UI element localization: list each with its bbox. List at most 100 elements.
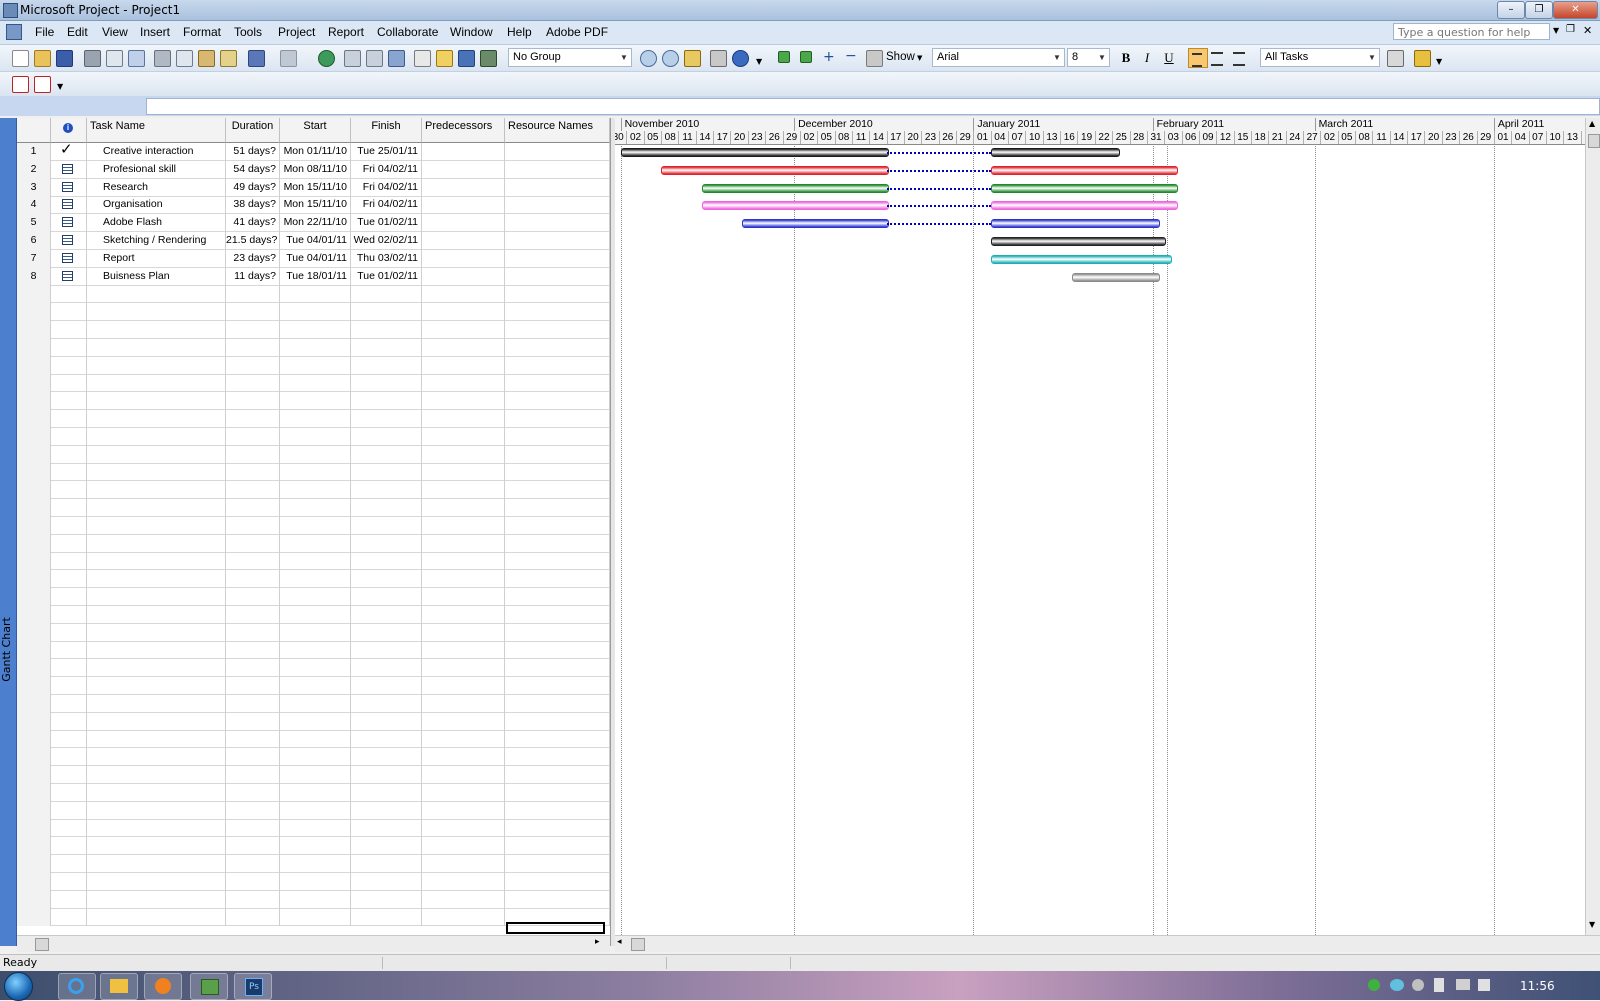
resource-names-cell[interactable]: [505, 748, 610, 767]
task-bar[interactable]: [701, 183, 889, 193]
task-name-cell[interactable]: [87, 516, 226, 535]
split-task-icon[interactable]: [388, 50, 405, 67]
start-cell[interactable]: Mon 08/11/10: [280, 160, 351, 179]
predecessors-cell[interactable]: [422, 196, 505, 215]
duration-cell[interactable]: [226, 819, 280, 838]
predecessors-cell[interactable]: [422, 819, 505, 838]
help-search-input[interactable]: Type a question for help: [1393, 23, 1550, 40]
row-id[interactable]: [17, 374, 51, 393]
resource-names-cell[interactable]: [505, 623, 610, 642]
clock[interactable]: 11:56: [1520, 979, 1555, 993]
resource-names-cell[interactable]: [505, 801, 610, 820]
table-row[interactable]: [17, 516, 610, 535]
duration-cell[interactable]: [226, 730, 280, 749]
resource-names-cell[interactable]: [505, 552, 610, 571]
table-row[interactable]: 4 Organisation 38 days? Mon 15/11/10 Fri 04/…: [17, 196, 610, 215]
paste-icon[interactable]: [198, 50, 215, 67]
table-row[interactable]: [17, 730, 610, 749]
task-name-cell[interactable]: [87, 338, 226, 357]
task-name-cell[interactable]: [87, 463, 226, 482]
start-cell[interactable]: Tue 04/01/11: [280, 232, 351, 250]
task-name-cell[interactable]: [87, 659, 226, 678]
task-bar[interactable]: [661, 165, 889, 175]
restore-button[interactable]: ❐: [1525, 1, 1553, 19]
network-globe-icon[interactable]: [1412, 979, 1424, 991]
finish-cell[interactable]: [351, 730, 422, 749]
indicator-cell[interactable]: [51, 570, 87, 589]
duration-cell[interactable]: [226, 516, 280, 535]
table-row[interactable]: [17, 623, 610, 642]
indicator-cell[interactable]: [51, 392, 87, 411]
menu-file[interactable]: File: [35, 25, 54, 39]
indicator-cell[interactable]: [51, 196, 87, 215]
table-row[interactable]: [17, 837, 610, 856]
finish-cell[interactable]: [351, 641, 422, 660]
finish-cell[interactable]: Tue 01/02/11: [351, 214, 422, 233]
indicator-cell[interactable]: [51, 837, 87, 856]
table-row[interactable]: 8 Buisness Plan 11 days? Tue 18/01/11 Tue 01…: [17, 267, 610, 286]
indicator-cell[interactable]: [51, 321, 87, 339]
task-name-cell[interactable]: Adobe Flash: [87, 214, 226, 233]
finish-cell[interactable]: [351, 463, 422, 482]
start-cell[interactable]: [280, 481, 351, 500]
resource-names-cell[interactable]: [505, 677, 610, 695]
finish-cell[interactable]: [351, 712, 422, 731]
finish-cell[interactable]: [351, 534, 422, 553]
resource-names-cell[interactable]: [505, 374, 610, 393]
indicator-cell[interactable]: [51, 801, 87, 820]
task-name-cell[interactable]: [87, 623, 226, 642]
show-dropdown-icon[interactable]: ▼: [917, 54, 922, 62]
duration-cell[interactable]: [226, 410, 280, 428]
predecessors-cell[interactable]: [422, 694, 505, 713]
row-id[interactable]: [17, 819, 51, 838]
start-cell[interactable]: [280, 534, 351, 553]
row-id[interactable]: [17, 712, 51, 731]
menu-window[interactable]: Window: [450, 25, 493, 39]
indicator-cell[interactable]: [51, 534, 87, 553]
table-row[interactable]: [17, 445, 610, 464]
predecessors-cell[interactable]: [422, 588, 505, 606]
duration-cell[interactable]: [226, 641, 280, 660]
task-name-cell[interactable]: [87, 694, 226, 713]
start-cell[interactable]: [280, 641, 351, 660]
predecessors-cell[interactable]: [422, 178, 505, 197]
predecessors-cell[interactable]: [422, 481, 505, 500]
table-row[interactable]: 7 Report 23 days? Tue 04/01/11 Thu 03/02/11: [17, 249, 610, 268]
table-row[interactable]: [17, 374, 610, 393]
resource-names-cell[interactable]: [505, 499, 610, 517]
monitor-icon[interactable]: [1456, 979, 1470, 990]
start-cell[interactable]: [280, 659, 351, 678]
publish-icon[interactable]: [480, 50, 497, 67]
row-id[interactable]: [17, 321, 51, 339]
start-cell[interactable]: [280, 588, 351, 606]
predecessors-cell[interactable]: [422, 677, 505, 695]
row-id[interactable]: [17, 855, 51, 873]
predecessors-cell[interactable]: [422, 160, 505, 179]
row-id[interactable]: [17, 463, 51, 482]
predecessors-cell[interactable]: [422, 516, 505, 535]
row-id[interactable]: [17, 766, 51, 784]
predecessors-cell[interactable]: [422, 766, 505, 784]
start-cell[interactable]: [280, 908, 351, 927]
finish-cell[interactable]: [351, 303, 422, 322]
resource-names-cell[interactable]: [505, 516, 610, 535]
duration-cell[interactable]: [226, 303, 280, 322]
indicator-cell[interactable]: [51, 232, 87, 250]
finish-cell[interactable]: [351, 499, 422, 517]
finish-cell[interactable]: [351, 285, 422, 304]
menu-format[interactable]: Format: [183, 25, 221, 39]
duration-cell[interactable]: [226, 534, 280, 553]
indicator-cell[interactable]: [51, 748, 87, 767]
menu-report[interactable]: Report: [328, 25, 364, 39]
explorer-folder-icon[interactable]: [100, 973, 138, 1000]
zoom-out-icon[interactable]: [662, 50, 679, 67]
predecessors-cell[interactable]: [422, 445, 505, 464]
menu-tools[interactable]: Tools: [234, 25, 262, 39]
gantt-wizard-icon[interactable]: [1414, 50, 1431, 67]
predecessors-cell[interactable]: [422, 463, 505, 482]
start-cell[interactable]: [280, 338, 351, 357]
duration-cell[interactable]: [226, 766, 280, 784]
resource-names-cell[interactable]: [505, 214, 610, 233]
table-row[interactable]: [17, 801, 610, 820]
minimize-button[interactable]: –: [1497, 1, 1525, 19]
